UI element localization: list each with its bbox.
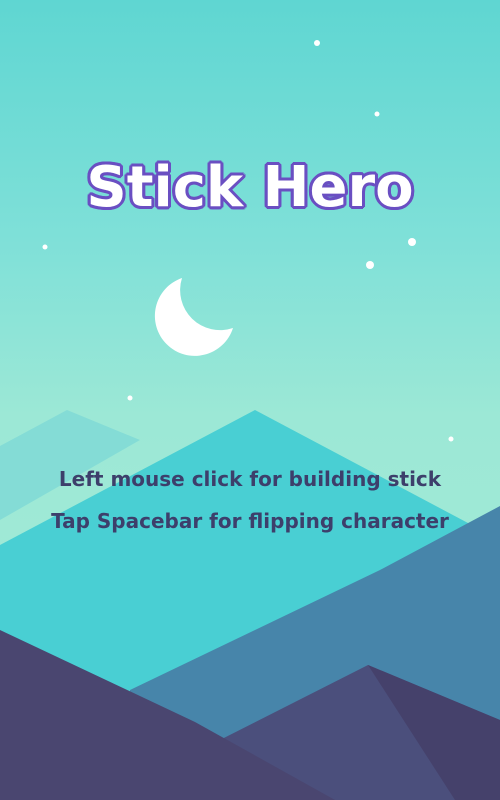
play-area[interactable] [0,0,500,800]
game-screen: Stick Hero Left mouse click for building… [0,0,500,800]
